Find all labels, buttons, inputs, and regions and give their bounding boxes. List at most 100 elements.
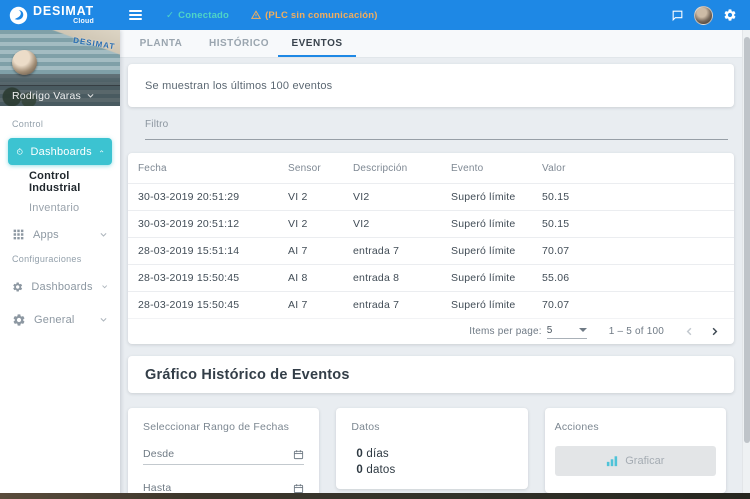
cell-descripcion: VI2: [353, 218, 370, 230]
cell-fecha: 28-03-2019 15:50:45: [138, 299, 240, 311]
table-row: 28-03-2019 15:50:45 AI 8 entrada 8 Super…: [128, 264, 734, 291]
settings-button[interactable]: [718, 8, 742, 22]
chat-button[interactable]: [666, 9, 689, 22]
next-page-button[interactable]: [707, 324, 722, 339]
chart-title-card: Gráfico Histórico de Eventos: [128, 356, 734, 393]
chat-icon: [672, 10, 683, 21]
sidebar-item-inventario[interactable]: Inventario: [0, 195, 120, 221]
desde-label: Desde: [143, 448, 175, 460]
sidebar-item-general[interactable]: General: [0, 306, 120, 333]
user-menu[interactable]: Rodrigo Varas: [0, 85, 120, 106]
section-label-control: Control: [12, 119, 44, 129]
tab-eventos[interactable]: EVENTOS: [278, 30, 356, 57]
datos-value: 0: [356, 464, 363, 476]
sidebar: DESIMAT Rodrigo Varas Control Dashboards…: [0, 30, 120, 499]
cell-sensor: VI 2: [288, 218, 308, 230]
plc-warning-label: (PLC sin comunicación): [265, 9, 378, 21]
column-header-descripcion: Descripción: [353, 162, 408, 174]
cell-descripcion: entrada 7: [353, 299, 400, 311]
items-per-page-select[interactable]: 5: [546, 324, 587, 339]
table-row: 28-03-2019 15:50:45 AI 7 entrada 7 Super…: [128, 291, 734, 318]
connection-status: ✓ Conectado: [166, 10, 229, 21]
table-row: 30-03-2019 20:51:12 VI 2 VI2 Superó lími…: [128, 210, 734, 237]
table-row: 28-03-2019 15:51:14 AI 7 entrada 7 Super…: [128, 237, 734, 264]
chevron-down-icon: [87, 94, 94, 98]
profile-photo: DESIMAT Rodrigo Varas: [0, 30, 120, 106]
sidebar-item-label: Dashboards: [30, 145, 92, 158]
chevron-down-icon: [101, 285, 107, 289]
column-header-valor: Valor: [542, 162, 566, 174]
column-header-evento: Evento: [451, 162, 484, 174]
datos-line: 0 datos: [356, 462, 512, 478]
cell-evento: Superó límite: [451, 245, 516, 257]
graficar-button[interactable]: Graficar: [554, 446, 716, 476]
desde-date-input[interactable]: Desde: [143, 448, 305, 465]
profile-avatar[interactable]: [12, 50, 37, 75]
cell-fecha: 28-03-2019 15:51:14: [138, 245, 240, 257]
events-summary-card: Se muestran los últimos 100 eventos: [128, 64, 734, 107]
sidebar-item-label: Dashboards: [31, 280, 93, 293]
table-row: 30-03-2019 20:51:29 VI 2 VI2 Superó lími…: [128, 183, 734, 210]
gear-icon: [13, 313, 25, 326]
sidebar-nav: Control Dashboards Control Industrial In…: [0, 106, 120, 333]
filter-label: Filtro: [145, 119, 728, 140]
tab-planta[interactable]: PLANTA: [122, 30, 200, 57]
top-header: DESIMAT Cloud ✓ Conectado (PLC sin comun…: [0, 0, 750, 30]
brand-title: DESIMAT: [33, 3, 94, 18]
chevron-down-icon: [100, 233, 107, 237]
menu-toggle-button[interactable]: [125, 6, 146, 24]
warning-triangle-icon: [251, 10, 262, 19]
sidebar-item-apps[interactable]: Apps: [0, 221, 120, 248]
user-avatar[interactable]: [694, 5, 713, 25]
column-header-fecha: Fecha: [138, 162, 167, 174]
tab-historico[interactable]: HISTÓRICO: [200, 30, 278, 57]
plc-warning-status: (PLC sin comunicación): [251, 10, 378, 21]
events-summary-text: Se muestran los últimos 100 eventos: [145, 79, 333, 92]
cell-valor: 70.07: [542, 299, 570, 311]
table-header-row: Fecha Sensor Descripción Evento Valor: [128, 153, 734, 183]
caret-down-icon: [578, 328, 587, 332]
previous-page-button[interactable]: [682, 324, 697, 339]
filter-input[interactable]: Filtro: [145, 119, 728, 140]
sidebar-item-config-dashboards[interactable]: Dashboards: [0, 273, 120, 300]
cell-descripcion: entrada 7: [353, 245, 400, 257]
cell-valor: 50.15: [542, 191, 570, 203]
dias-label: días: [366, 448, 389, 460]
bar-chart-icon: [607, 456, 618, 467]
acciones-title: Acciones: [554, 421, 599, 433]
connection-status-label: Conectado: [178, 9, 230, 21]
datos-title: Datos: [351, 421, 380, 433]
gear-icon: [13, 281, 23, 292]
sidebar-item-control-industrial[interactable]: Control Industrial: [0, 169, 120, 195]
cell-evento: Superó límite: [451, 299, 516, 311]
chevron-left-icon: [686, 327, 692, 336]
building-sign-text: DESIMAT: [72, 35, 116, 52]
cell-fecha: 30-03-2019 20:51:29: [138, 191, 240, 203]
user-name: Rodrigo Varas: [12, 89, 81, 102]
cell-valor: 50.15: [542, 218, 570, 230]
sidebar-item-dashboards[interactable]: Dashboards: [8, 138, 112, 165]
chevron-right-icon: [712, 327, 718, 336]
cell-sensor: AI 7: [288, 299, 308, 311]
table-paginator: Items per page: 5 1 – 5 of 100: [128, 318, 734, 344]
datos-card: Datos 0 días 0 datos: [336, 408, 528, 489]
cell-sensor: AI 8: [288, 272, 308, 284]
cell-evento: Superó límite: [451, 218, 516, 230]
page-range-label: 1 – 5 of 100: [608, 326, 664, 337]
brand-logo: DESIMAT Cloud: [0, 3, 120, 26]
cell-sensor: AI 7: [288, 245, 308, 257]
calendar-icon: [294, 450, 304, 460]
vertical-scrollbar[interactable]: [742, 30, 750, 499]
items-per-page-value: 5: [546, 324, 553, 336]
cell-fecha: 28-03-2019 15:50:45: [138, 272, 240, 284]
column-header-sensor: Sensor: [288, 162, 321, 174]
desimat-logo-icon: [9, 6, 28, 25]
cell-fecha: 30-03-2019 20:51:12: [138, 218, 240, 230]
chevron-up-icon: [99, 150, 104, 153]
sidebar-item-label: Control Industrial: [29, 170, 81, 194]
sidebar-item-label: Apps: [33, 228, 59, 241]
dashboard-timer-icon: [16, 148, 23, 155]
chevron-down-icon: [100, 318, 107, 322]
brand-subtitle: Cloud: [73, 18, 94, 26]
scrollbar-thumb[interactable]: [744, 37, 750, 443]
